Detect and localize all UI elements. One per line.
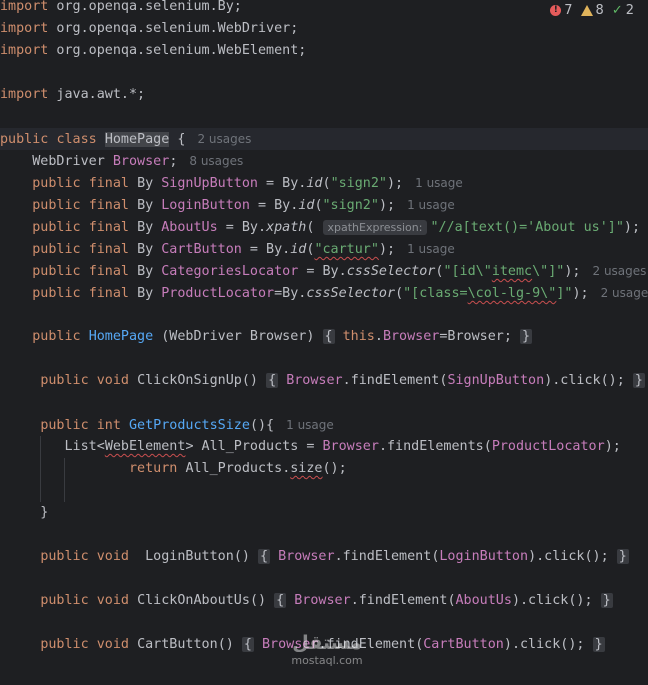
check-icon: ✓ (611, 2, 623, 18)
code-line[interactable]: public final By CartButton = By.id("cart… (0, 238, 455, 260)
code-line-current[interactable]: public class HomePage {2 usages (0, 128, 648, 150)
fold-marker[interactable]: } (520, 329, 533, 344)
code-line[interactable]: public final By AboutUs = By.xpath( xpat… (0, 216, 648, 238)
fold-marker[interactable]: } (600, 593, 613, 608)
usages-hint[interactable]: 1 usage (407, 242, 455, 256)
parameter-hint: xpathExpression: (322, 220, 428, 235)
watermark: مستقل mostaql.com (284, 632, 370, 676)
code-line[interactable]: public void ClickOnSignUp() { Browser.fi… (0, 370, 645, 392)
usages-hint[interactable]: 2 usages (197, 132, 251, 146)
watermark-logo: مستقل (292, 632, 362, 654)
code-line[interactable]: public HomePage (WebDriver Browser) { th… (0, 326, 533, 348)
code-line[interactable]: public final By LoginButton = By.id("sig… (0, 194, 455, 216)
code-line[interactable]: public final By ProductLocator=By.cssSel… (0, 282, 648, 304)
code-line[interactable]: } (0, 502, 48, 524)
fold-marker[interactable]: { (241, 637, 254, 652)
usages-hint[interactable]: 1 usage (286, 418, 334, 432)
code-line[interactable]: import org.openqa.selenium.WebDriver; (0, 18, 298, 40)
fold-marker[interactable]: } (616, 549, 629, 564)
fold-marker[interactable]: { (322, 329, 335, 344)
fold-marker[interactable]: } (632, 373, 645, 388)
code-editor[interactable]: ! 7 8 ✓ 2 import org.openqa.selenium.By; i… (0, 0, 648, 685)
inspection-widget[interactable]: ! 7 8 ✓ 2 (550, 1, 634, 19)
code-line[interactable]: return All_Products.size(); (0, 458, 347, 480)
usages-hint[interactable]: 2 usages (601, 286, 648, 300)
code-line[interactable]: import java.awt.*; (0, 84, 145, 106)
usages-hint[interactable]: 1 usage (407, 198, 455, 212)
error-icon: ! (550, 4, 562, 16)
code-line[interactable]: WebDriver Browser; 8 usages (0, 150, 243, 172)
fold-marker[interactable]: { (258, 549, 271, 564)
code-line[interactable]: public void LoginButton() { Browser.find… (0, 546, 629, 568)
code-line[interactable]: public final By CategoriesLocator = By.c… (0, 260, 646, 282)
code-line[interactable]: public void ClickOnAboutUs() { Browser.f… (0, 590, 613, 612)
weak-warning-count[interactable]: ✓ 2 (612, 3, 634, 18)
fold-marker[interactable]: } (592, 637, 605, 652)
usages-hint[interactable]: 2 usages (593, 264, 647, 278)
fold-marker[interactable]: { (274, 593, 287, 608)
warning-count[interactable]: 8 (580, 3, 604, 18)
watermark-text: mostaql.com (291, 654, 363, 667)
error-count[interactable]: ! 7 (550, 3, 573, 18)
code-line[interactable]: public final By SignUpButton = By.id("si… (0, 172, 463, 194)
warning-icon (580, 4, 593, 16)
usages-hint[interactable]: 1 usage (415, 176, 463, 190)
code-line[interactable]: import org.openqa.selenium.WebElement; (0, 40, 306, 62)
code-line[interactable]: import org.openqa.selenium.By; (0, 0, 242, 18)
usages-hint[interactable]: 8 usages (189, 154, 243, 168)
code-line[interactable]: List<WebElement> All_Products = Browser.… (0, 436, 621, 458)
code-line[interactable]: public int GetProductsSize(){1 usage (0, 414, 334, 436)
fold-marker[interactable]: { (266, 373, 279, 388)
